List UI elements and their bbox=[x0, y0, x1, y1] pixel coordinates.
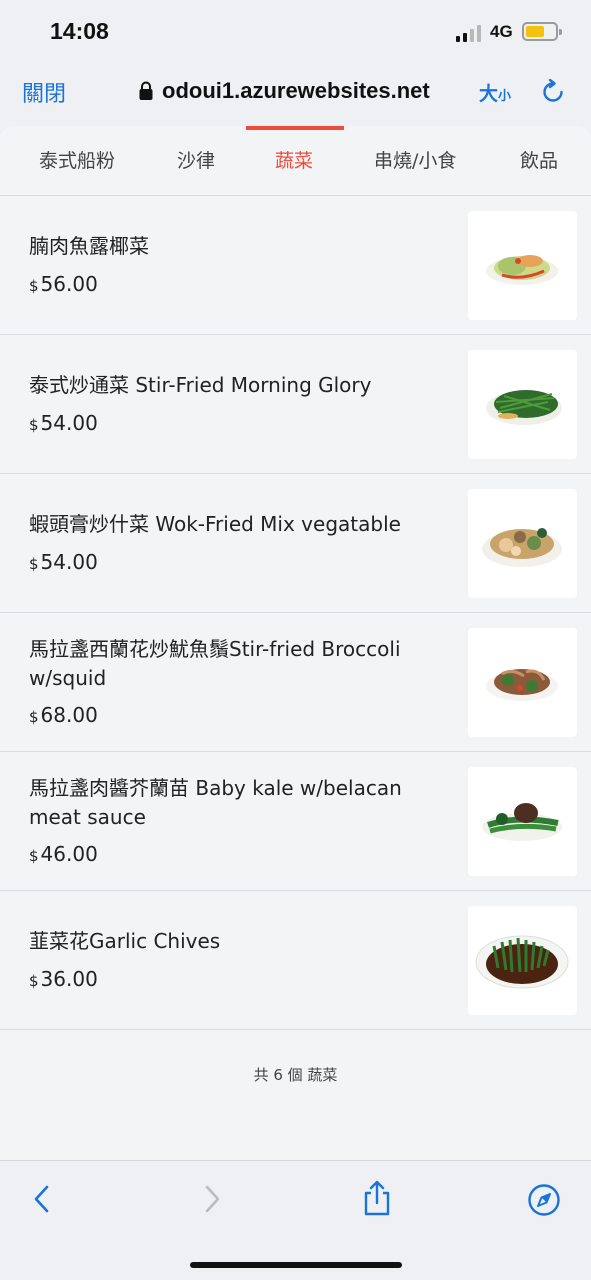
item-name: 韮菜花Garlic Chives bbox=[29, 929, 221, 953]
item-name: 馬拉盞西蘭花炒魷魚鬚Stir-fried Broccoli w/squid bbox=[29, 637, 401, 690]
text-size-button[interactable]: 大小 bbox=[479, 79, 511, 106]
lock-icon bbox=[139, 81, 153, 100]
currency-symbol: $ bbox=[29, 972, 39, 990]
item-name: 蝦頭膏炒什菜 Wok-Fried Mix vegatable bbox=[29, 512, 401, 536]
menu-item[interactable]: 馬拉盞肉醬芥蘭苗 Baby kale w/belacan meat sauce … bbox=[0, 752, 591, 891]
tab-thai-boat-noodle[interactable]: 泰式船粉 bbox=[39, 146, 115, 173]
signal-strength-icon bbox=[456, 24, 484, 42]
status-bar: 14:08 4G bbox=[0, 0, 591, 62]
menu-item[interactable]: 腩肉魚露椰菜 $56.00 bbox=[0, 196, 591, 335]
currency-symbol: $ bbox=[29, 555, 39, 573]
status-time: 14:08 bbox=[50, 18, 109, 44]
share-icon[interactable] bbox=[362, 1179, 392, 1217]
item-price: $54.00 bbox=[29, 550, 98, 574]
url-text: odoui1.azurewebsites.net bbox=[162, 78, 430, 103]
item-price: $56.00 bbox=[29, 272, 98, 296]
network-type: 4G bbox=[490, 22, 513, 41]
item-photo[interactable] bbox=[468, 211, 577, 320]
item-price: $46.00 bbox=[29, 842, 98, 866]
category-tabs: 泰式船粉 沙律 蔬菜 串燒/小食 飲品 bbox=[0, 126, 591, 196]
back-icon[interactable] bbox=[30, 1183, 54, 1215]
currency-symbol: $ bbox=[29, 277, 39, 295]
currency-symbol: $ bbox=[29, 708, 39, 726]
browser-nav-bar: 關閉 odoui1.azurewebsites.net 大小 bbox=[0, 62, 591, 124]
item-price: $36.00 bbox=[29, 967, 98, 991]
price-value: 54.00 bbox=[40, 550, 98, 574]
active-tab-indicator bbox=[246, 126, 344, 130]
menu-item[interactable]: 韮菜花Garlic Chives $36.00 bbox=[0, 891, 591, 1030]
item-photo[interactable] bbox=[468, 489, 577, 598]
menu-item[interactable]: 馬拉盞西蘭花炒魷魚鬚Stir-fried Broccoli w/squid $6… bbox=[0, 613, 591, 752]
home-indicator bbox=[190, 1262, 402, 1268]
price-value: 56.00 bbox=[40, 272, 98, 296]
currency-symbol: $ bbox=[29, 416, 39, 434]
text-size-big-label: 大 bbox=[479, 83, 499, 105]
currency-symbol: $ bbox=[29, 847, 39, 865]
item-photo[interactable] bbox=[468, 628, 577, 737]
price-value: 54.00 bbox=[40, 411, 98, 435]
tab-skewers-snacks[interactable]: 串燒/小食 bbox=[374, 146, 456, 173]
price-value: 36.00 bbox=[40, 967, 98, 991]
forward-icon[interactable] bbox=[200, 1183, 224, 1215]
item-photo[interactable] bbox=[468, 906, 577, 1015]
tab-drinks[interactable]: 飲品 bbox=[520, 146, 558, 173]
item-name: 馬拉盞肉醬芥蘭苗 Baby kale w/belacan meat sauce bbox=[29, 776, 402, 829]
tab-vegetables[interactable]: 蔬菜 bbox=[275, 146, 313, 173]
price-value: 46.00 bbox=[40, 842, 98, 866]
menu-item[interactable]: 泰式炒通菜 Stir-Fried Morning Glory $54.00 bbox=[0, 335, 591, 474]
item-photo[interactable] bbox=[468, 350, 577, 459]
item-count-summary: 共 6 個 蔬菜 bbox=[253, 1066, 338, 1084]
item-name: 腩肉魚露椰菜 bbox=[29, 234, 149, 258]
close-button[interactable]: 關閉 bbox=[22, 76, 66, 108]
address-bar[interactable]: odoui1.azurewebsites.net bbox=[138, 76, 430, 106]
text-size-small-label: 小 bbox=[498, 89, 512, 104]
tab-salad[interactable]: 沙律 bbox=[177, 146, 215, 173]
menu-item[interactable]: 蝦頭膏炒什菜 Wok-Fried Mix vegatable $54.00 bbox=[0, 474, 591, 613]
reload-icon[interactable] bbox=[540, 79, 566, 105]
item-price: $54.00 bbox=[29, 411, 98, 435]
price-value: 68.00 bbox=[40, 703, 98, 727]
menu-page: 泰式船粉 沙律 蔬菜 串燒/小食 飲品 腩肉魚露椰菜 $56.00 泰式炒通菜 … bbox=[0, 126, 591, 1160]
item-price: $68.00 bbox=[29, 703, 98, 727]
compass-icon[interactable] bbox=[527, 1183, 561, 1217]
item-photo[interactable] bbox=[468, 767, 577, 876]
item-name: 泰式炒通菜 Stir-Fried Morning Glory bbox=[29, 373, 372, 397]
battery-icon bbox=[522, 22, 562, 41]
